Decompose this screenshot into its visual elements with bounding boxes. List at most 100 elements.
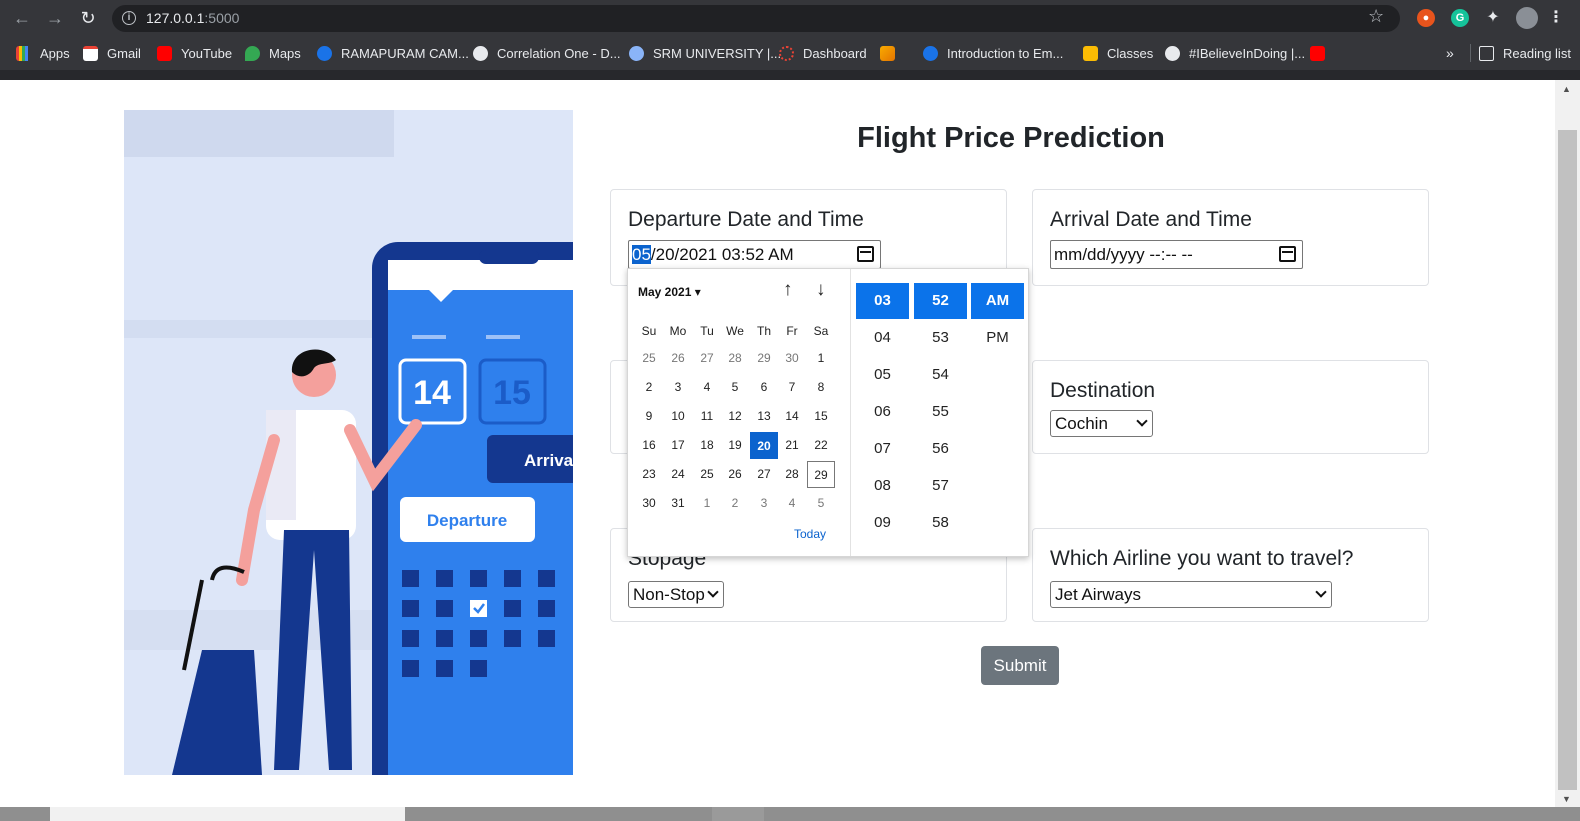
arrival-datetime-input[interactable]: mm/dd/yyyy --:-- -- — [1050, 240, 1303, 269]
calendar-day[interactable]: 8 — [807, 374, 835, 401]
ampm-option[interactable]: AM — [971, 283, 1024, 319]
calendar-day[interactable]: 27 — [693, 345, 721, 372]
hour-option[interactable]: 08 — [856, 468, 909, 504]
calendar-day[interactable]: 31 — [664, 490, 692, 517]
hour-option[interactable]: 03 — [856, 283, 909, 319]
calendar-day[interactable]: 3 — [664, 374, 692, 401]
extension-fox-icon[interactable]: ● — [1417, 9, 1435, 27]
calendar-day[interactable]: 6 — [750, 374, 778, 401]
bookmark-maps[interactable]: Maps — [245, 44, 301, 62]
destination-select[interactable]: Cochin — [1050, 410, 1153, 437]
calendar-day[interactable]: 3 — [750, 490, 778, 517]
previous-month-arrow-icon[interactable]: ↑ — [783, 279, 793, 301]
reload-icon[interactable]: ↻ — [78, 8, 98, 28]
grammarly-icon[interactable]: G — [1451, 9, 1469, 27]
month-year-dropdown[interactable]: May 2021 ▾ — [638, 285, 701, 299]
bookmark-srm[interactable]: SRM UNIVERSITY |... — [629, 44, 781, 62]
minute-option[interactable]: 53 — [914, 320, 967, 356]
calendar-day[interactable]: 24 — [664, 461, 692, 488]
site-info-icon[interactable]: i — [122, 11, 136, 25]
hour-option[interactable]: 07 — [856, 431, 909, 467]
hour-option[interactable]: 06 — [856, 394, 909, 430]
calendar-day[interactable]: 5 — [807, 490, 835, 517]
calendar-day[interactable]: 2 — [635, 374, 663, 401]
minute-option[interactable]: 52 — [914, 283, 967, 319]
minute-option[interactable]: 57 — [914, 468, 967, 504]
bookmark-classes[interactable]: Classes — [1083, 44, 1153, 62]
calendar-day[interactable]: 20 — [750, 432, 778, 459]
calendar-day[interactable]: 28 — [721, 345, 749, 372]
departure-datetime-input[interactable]: 05/20/2021 03:52 AM — [628, 240, 881, 269]
calendar-day[interactable]: 26 — [664, 345, 692, 372]
calendar-day[interactable]: 19 — [721, 432, 749, 459]
calendar-day[interactable]: 25 — [635, 345, 663, 372]
extensions-puzzle-icon[interactable]: ✦ — [1484, 9, 1502, 27]
departure-month-segment[interactable]: 05 — [632, 245, 651, 264]
calendar-day[interactable]: 29 — [750, 345, 778, 372]
bookmark-youtube[interactable]: YouTube — [157, 44, 232, 62]
calendar-day[interactable]: 23 — [635, 461, 663, 488]
scroll-up-arrow-icon[interactable]: ▲ — [1562, 84, 1571, 94]
minute-option[interactable]: 56 — [914, 431, 967, 467]
calendar-day[interactable]: 1 — [693, 490, 721, 517]
airline-select[interactable]: Jet Airways — [1050, 581, 1332, 608]
calendar-day[interactable]: 10 — [664, 403, 692, 430]
minute-option[interactable]: 54 — [914, 357, 967, 393]
calendar-day[interactable]: 17 — [664, 432, 692, 459]
ampm-option[interactable]: PM — [971, 320, 1024, 356]
next-month-arrow-icon[interactable]: ↓ — [816, 279, 826, 301]
calendar-day[interactable]: 28 — [778, 461, 806, 488]
today-button[interactable]: Today — [794, 527, 826, 541]
bookmark-apps[interactable]: Apps — [16, 44, 70, 62]
calendar-day[interactable]: 18 — [693, 432, 721, 459]
minute-option[interactable]: 55 — [914, 394, 967, 430]
address-bar[interactable]: i 127.0.0.1:5000 — [112, 5, 1400, 32]
calendar-day[interactable]: 25 — [693, 461, 721, 488]
bookmark-correlation-one[interactable]: Correlation One - D... — [473, 44, 621, 62]
calendar-day[interactable]: 4 — [778, 490, 806, 517]
bookmark-ibelieveindoing[interactable]: #IBelieveInDoing |... — [1165, 44, 1305, 62]
calendar-day[interactable]: 26 — [721, 461, 749, 488]
calendar-day[interactable]: 30 — [635, 490, 663, 517]
bookmark-dashboard[interactable]: Dashboard — [779, 44, 867, 62]
calendar-day[interactable]: 15 — [807, 403, 835, 430]
bookmark-gmail[interactable]: Gmail — [83, 44, 141, 62]
profile-avatar[interactable] — [1516, 7, 1538, 29]
calendar-day[interactable]: 30 — [778, 345, 806, 372]
scroll-down-arrow-icon[interactable]: ▼ — [1562, 794, 1571, 804]
bookmarks-overflow[interactable]: » — [1446, 44, 1454, 62]
calendar-day[interactable]: 11 — [693, 403, 721, 430]
calendar-day[interactable]: 9 — [635, 403, 663, 430]
bookmark-unnamed[interactable] — [880, 44, 904, 62]
bookmark-intro-em[interactable]: Introduction to Em... — [923, 44, 1063, 62]
calendar-day[interactable]: 4 — [693, 374, 721, 401]
reading-list-button[interactable]: Reading list — [1479, 44, 1571, 62]
calendar-day[interactable]: 21 — [778, 432, 806, 459]
calendar-day[interactable]: 27 — [750, 461, 778, 488]
calendar-day[interactable]: 7 — [778, 374, 806, 401]
calendar-icon[interactable] — [857, 246, 874, 262]
submit-button[interactable]: Submit — [981, 646, 1059, 685]
calendar-day[interactable]: 1 — [807, 345, 835, 372]
bookmark-youtube-2[interactable] — [1310, 44, 1334, 62]
bookmark-ramapuram[interactable]: RAMAPURAM CAM... — [317, 44, 469, 62]
hour-option[interactable]: 04 — [856, 320, 909, 356]
calendar-day[interactable]: 2 — [721, 490, 749, 517]
calendar-day[interactable]: 22 — [807, 432, 835, 459]
hour-option[interactable]: 09 — [856, 505, 909, 541]
back-icon[interactable]: ← — [12, 8, 32, 28]
calendar-day[interactable]: 13 — [750, 403, 778, 430]
hour-option[interactable]: 05 — [856, 357, 909, 393]
stopage-select[interactable]: Non-Stop — [628, 581, 724, 608]
minute-option[interactable]: 58 — [914, 505, 967, 541]
menu-kebab-icon[interactable]: ⋮ — [1547, 9, 1565, 27]
calendar-day[interactable]: 14 — [778, 403, 806, 430]
bookmark-star-icon[interactable]: ☆ — [1368, 6, 1384, 27]
forward-icon[interactable]: → — [45, 8, 65, 28]
calendar-icon[interactable] — [1279, 246, 1296, 262]
calendar-day[interactable]: 16 — [635, 432, 663, 459]
calendar-day[interactable]: 29 — [807, 461, 835, 488]
calendar-day[interactable]: 5 — [721, 374, 749, 401]
calendar-day[interactable]: 12 — [721, 403, 749, 430]
scrollbar-thumb[interactable] — [1558, 130, 1577, 790]
